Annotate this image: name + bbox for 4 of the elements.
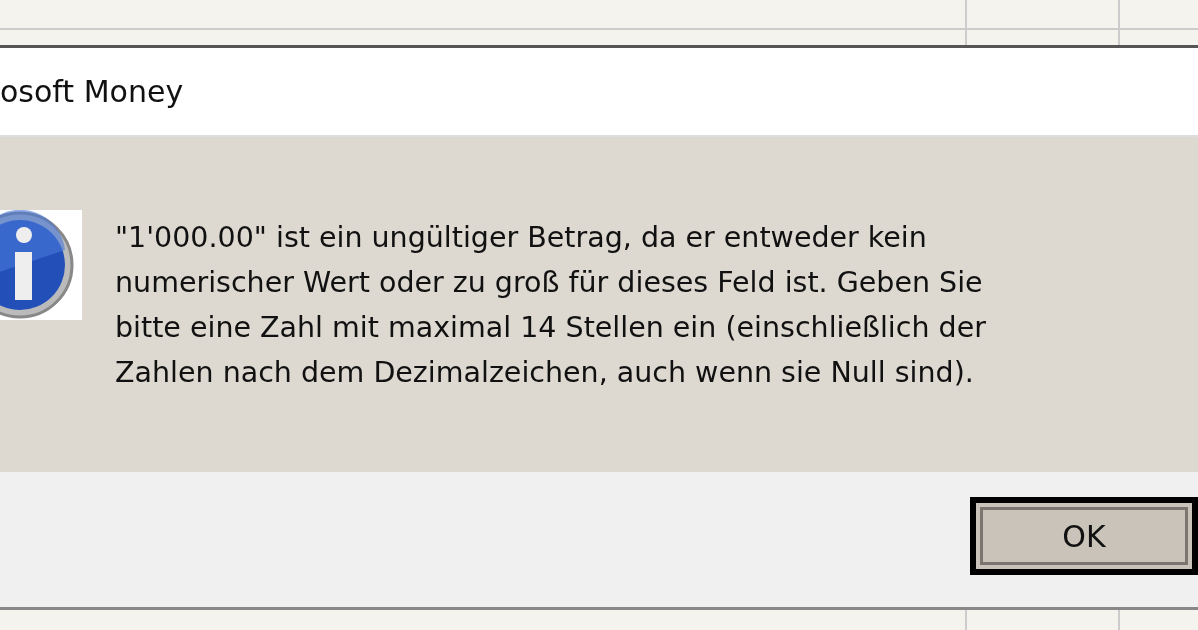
error-message: "1'000.00" ist ein ungültiger Betrag, da er entweder kein numerischer Wert oder zu groß für dieses Feld ist. Geben Sie bitte eine Zahl mit maximal 14 Stellen ein (einschließlich der Zahlen nach dem Dezimalzeichen, auch wenn sie Null sind). [115,220,986,391]
window-title: osoft Money [0,73,184,111]
ok-button[interactable]: OK [970,497,1198,575]
info-icon [0,210,82,320]
